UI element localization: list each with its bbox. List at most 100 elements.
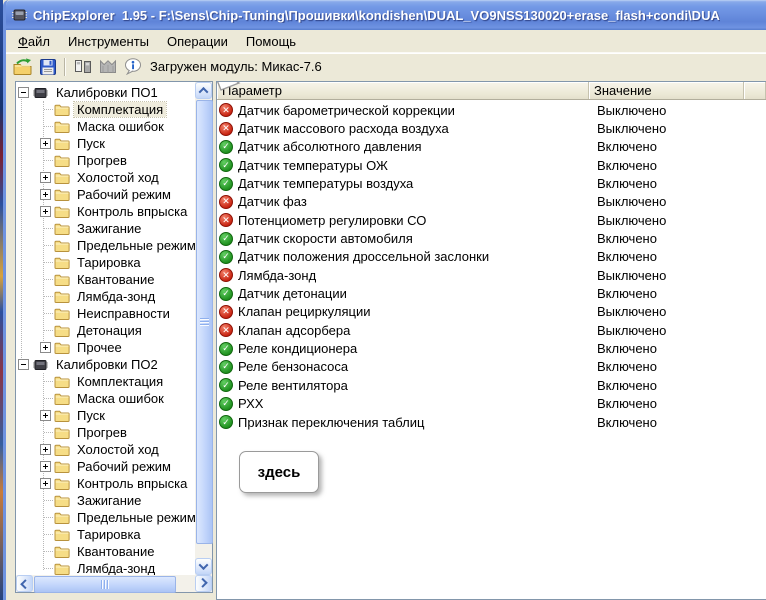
folder-icon (54, 443, 70, 456)
folder-icon (54, 290, 70, 303)
save-button[interactable] (36, 56, 60, 78)
expand-icon[interactable] (40, 444, 51, 455)
parameter-row[interactable]: ✓Датчик детонацииВключено (217, 284, 766, 302)
parameter-row[interactable]: ✓Реле кондиционераВключено (217, 339, 766, 357)
tree-item[interactable]: Предельные режимы ( (17, 237, 195, 254)
tree-item[interactable]: Калибровки ПО2 (17, 356, 195, 373)
parameter-row[interactable]: ✕Датчик массового расхода воздухаВыключе… (217, 119, 766, 137)
parameter-row[interactable]: ✓Признак переключения таблицВключено (217, 413, 766, 431)
parameter-row[interactable]: ✕Датчик фазВыключено (217, 193, 766, 211)
menu-file[interactable]: Файл (9, 32, 59, 51)
titlebar[interactable]: ChipExplorer 1.95 - F:\Sens\Chip-Tuning\… (6, 0, 766, 30)
calibration-tree-panel: Калибровки ПО1КомплектацияМаска ошибокПу… (15, 81, 213, 593)
column-header-parameter[interactable]: Параметр (217, 82, 589, 99)
tree-vertical-scrollbar[interactable] (195, 82, 212, 575)
compare-chips-button[interactable] (71, 56, 95, 78)
tree-item[interactable]: Маска ошибок (17, 118, 195, 135)
parameter-name: Клапан адсорбера (238, 323, 350, 338)
collapse-icon[interactable] (18, 359, 29, 370)
tree-item-label: Предельные режимы ( (74, 238, 195, 253)
status-on-icon: ✓ (219, 378, 233, 392)
tree-item[interactable]: Лямбда-зонд (17, 288, 195, 305)
tree-item[interactable]: Предельные режимы ( (17, 509, 195, 526)
expand-icon[interactable] (40, 410, 51, 421)
vertical-scroll-thumb[interactable] (196, 100, 213, 544)
horizontal-scroll-thumb[interactable] (34, 576, 176, 593)
scroll-right-button[interactable] (195, 575, 212, 592)
calibration-tree: Калибровки ПО1КомплектацияМаска ошибокПу… (16, 82, 195, 575)
folder-icon (54, 460, 70, 473)
menu-tools[interactable]: Инструменты (59, 32, 158, 51)
parameter-row[interactable]: ✓Реле вентилятораВключено (217, 376, 766, 394)
folder-icon (54, 154, 70, 167)
parameter-value: Выключено (589, 268, 744, 283)
tree-item[interactable]: Прогрев (17, 424, 195, 441)
parameter-row[interactable]: ✓Датчик скорости автомобиляВключено (217, 229, 766, 247)
menu-operations[interactable]: Операции (158, 32, 237, 51)
tree-item[interactable]: Квантование (17, 543, 195, 560)
tree-item[interactable]: Холостой ход (17, 441, 195, 458)
tree-item[interactable]: Тарировка (17, 526, 195, 543)
scroll-down-button[interactable] (195, 558, 212, 575)
tree-item[interactable]: Пуск (17, 135, 195, 152)
screen: ChipExplorer 1.95 - F:\Sens\Chip-Tuning\… (0, 0, 766, 600)
app-window: ChipExplorer 1.95 - F:\Sens\Chip-Tuning\… (3, 0, 766, 600)
expand-icon[interactable] (40, 461, 51, 472)
parameter-row[interactable]: ✓РХХВключено (217, 395, 766, 413)
tree-item[interactable]: Зажигание (17, 492, 195, 509)
parameter-row[interactable]: ✓Датчик температуры ОЖВключено (217, 156, 766, 174)
status-off-icon: ✕ (219, 103, 233, 117)
tree-item[interactable]: Рабочий режим (17, 458, 195, 475)
tree-horizontal-scrollbar[interactable] (16, 575, 212, 592)
tree-item[interactable]: Рабочий режим (17, 186, 195, 203)
folder-icon (54, 120, 70, 133)
open-file-button[interactable] (11, 56, 35, 78)
module-info-button[interactable] (121, 56, 145, 78)
column-header-value[interactable]: Значение (589, 82, 744, 99)
parameter-row[interactable]: ✕Датчик барометрической коррекцииВыключе… (217, 101, 766, 119)
expand-icon[interactable] (40, 172, 51, 183)
tree-item[interactable]: Лямбда-зонд (17, 560, 195, 575)
tree-item[interactable]: Квантование (17, 271, 195, 288)
parameter-row[interactable]: ✕Потенциометр регулировки СОВыключено (217, 211, 766, 229)
tree-item[interactable]: Холостой ход (17, 169, 195, 186)
tree-item-label: Прогрев (74, 153, 130, 168)
expand-icon[interactable] (40, 342, 51, 353)
expand-icon[interactable] (40, 206, 51, 217)
parameter-row[interactable]: ✕Лямбда-зондВыключено (217, 266, 766, 284)
folder-icon (54, 494, 70, 507)
callout-text: здесь (258, 464, 301, 481)
parameter-row[interactable]: ✕Клапан рециркуляцииВыключено (217, 303, 766, 321)
tree-item[interactable]: Неисправности (17, 305, 195, 322)
tree-item[interactable]: Прогрев (17, 152, 195, 169)
parameter-row[interactable]: ✓Датчик температуры воздухаВключено (217, 174, 766, 192)
tree-item[interactable]: Комплектация (17, 101, 195, 118)
status-on-icon: ✓ (219, 232, 233, 246)
status-off-icon: ✕ (219, 122, 233, 136)
tree-item[interactable]: Контроль впрыска (17, 475, 195, 492)
parameter-rows: ✕Датчик барометрической коррекцииВыключе… (217, 100, 766, 431)
parameter-row[interactable]: ✓Датчик положения дроссельной заслонкиВк… (217, 248, 766, 266)
collapse-icon[interactable] (18, 87, 29, 98)
tree-item[interactable]: Прочее (17, 339, 195, 356)
expand-icon[interactable] (40, 189, 51, 200)
scroll-up-button[interactable] (195, 82, 212, 99)
tree-item[interactable]: Тарировка (17, 254, 195, 271)
column-header-empty[interactable] (744, 82, 766, 99)
parameter-row[interactable]: ✓Датчик абсолютного давленияВключено (217, 138, 766, 156)
expand-icon[interactable] (40, 138, 51, 149)
tree-item[interactable]: Комплектация (17, 373, 195, 390)
status-off-icon: ✕ (219, 268, 233, 282)
tree-item[interactable]: Контроль впрыска (17, 203, 195, 220)
parameter-row[interactable]: ✓Реле бензонасосаВключено (217, 358, 766, 376)
tree-item[interactable]: Зажигание (17, 220, 195, 237)
tree-item[interactable]: Пуск (17, 407, 195, 424)
expand-icon[interactable] (40, 478, 51, 489)
scroll-left-button[interactable] (16, 575, 33, 592)
tree-item[interactable]: Маска ошибок (17, 390, 195, 407)
tree-item[interactable]: Детонация (17, 322, 195, 339)
menu-help[interactable]: Помощь (237, 32, 305, 51)
merge-button[interactable] (96, 56, 120, 78)
parameter-row[interactable]: ✕Клапан адсорбераВыключено (217, 321, 766, 339)
tree-item[interactable]: Калибровки ПО1 (17, 84, 195, 101)
